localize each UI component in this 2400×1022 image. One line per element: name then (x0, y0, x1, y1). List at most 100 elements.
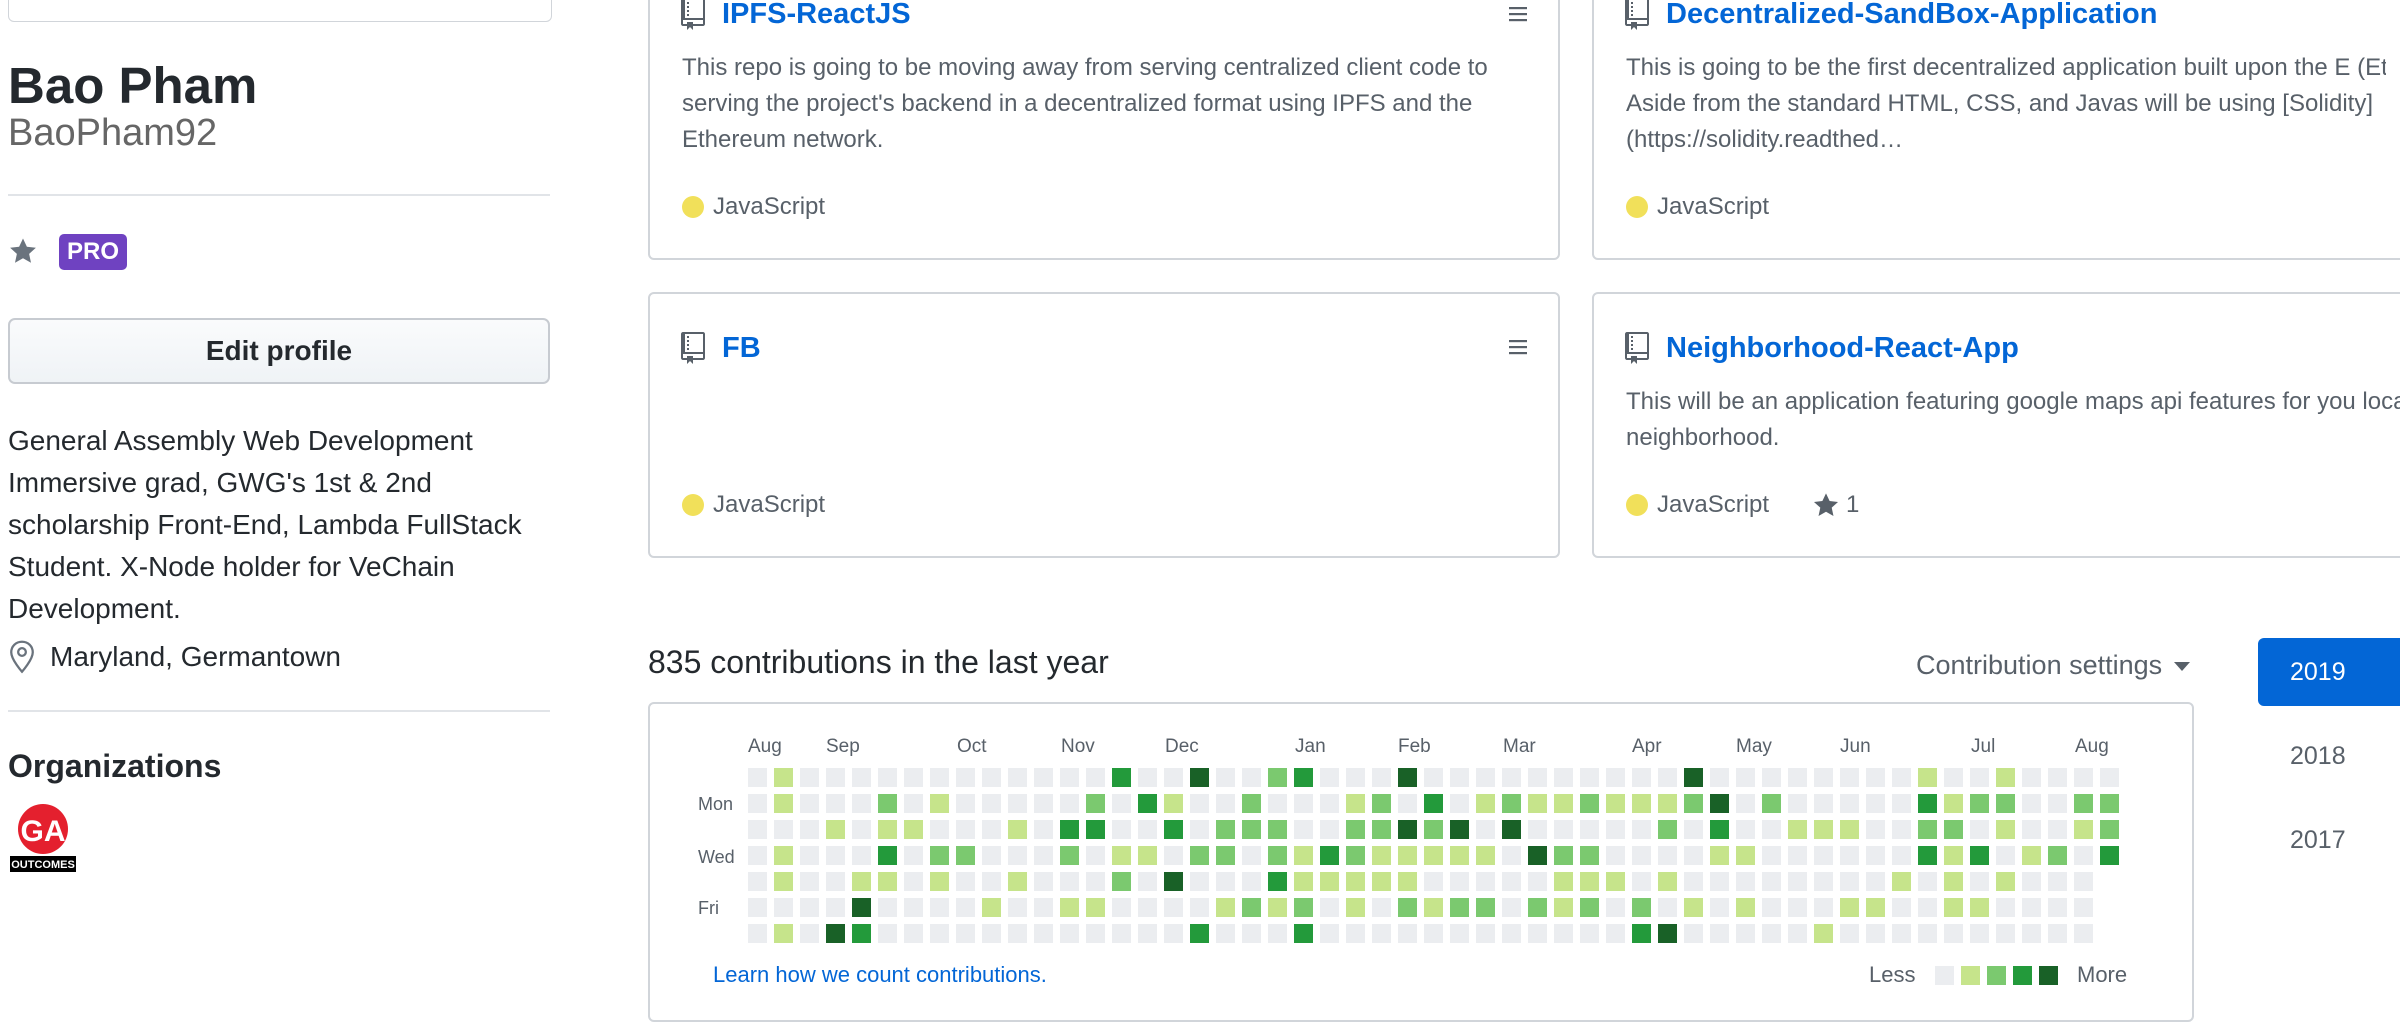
edit-profile-button[interactable]: Edit profile (8, 318, 550, 384)
contribution-day-cell[interactable] (2074, 846, 2093, 865)
contribution-day-cell[interactable] (1658, 924, 1677, 943)
contribution-day-cell[interactable] (1632, 820, 1651, 839)
contribution-day-cell[interactable] (956, 820, 975, 839)
contribution-day-cell[interactable] (1320, 924, 1339, 943)
contribution-day-cell[interactable] (1112, 898, 1131, 917)
contribution-day-cell[interactable] (2074, 872, 2093, 891)
contribution-day-cell[interactable] (1372, 794, 1391, 813)
contribution-day-cell[interactable] (826, 898, 845, 917)
contribution-day-cell[interactable] (1008, 794, 1027, 813)
repo-name-link[interactable]: Neighborhood-React-App (1666, 332, 2019, 365)
contribution-day-cell[interactable] (1060, 768, 1079, 787)
contribution-day-cell[interactable] (878, 846, 897, 865)
contribution-day-cell[interactable] (1398, 820, 1417, 839)
contribution-day-cell[interactable] (1450, 820, 1469, 839)
contribution-day-cell[interactable] (1112, 794, 1131, 813)
contribution-day-cell[interactable] (1684, 768, 1703, 787)
contribution-day-cell[interactable] (826, 820, 845, 839)
contribution-day-cell[interactable] (1398, 872, 1417, 891)
contribution-day-cell[interactable] (2074, 820, 2093, 839)
contribution-day-cell[interactable] (2048, 846, 2067, 865)
contribution-day-cell[interactable] (1060, 794, 1079, 813)
contribution-day-cell[interactable] (1762, 846, 1781, 865)
contribution-day-cell[interactable] (1008, 820, 1027, 839)
contribution-day-cell[interactable] (1814, 768, 1833, 787)
contribution-day-cell[interactable] (1268, 794, 1287, 813)
contribution-day-cell[interactable] (1866, 794, 1885, 813)
contribution-day-cell[interactable] (774, 924, 793, 943)
contribution-day-cell[interactable] (2074, 768, 2093, 787)
contribution-day-cell[interactable] (1502, 768, 1521, 787)
contribution-day-cell[interactable] (1840, 846, 1859, 865)
contribution-day-cell[interactable] (1970, 794, 1989, 813)
contribution-day-cell[interactable] (852, 898, 871, 917)
contribution-day-cell[interactable] (826, 794, 845, 813)
contribution-day-cell[interactable] (1918, 820, 1937, 839)
contribution-day-cell[interactable] (2022, 794, 2041, 813)
contribution-day-cell[interactable] (1112, 872, 1131, 891)
contribution-day-cell[interactable] (1788, 924, 1807, 943)
contribution-day-cell[interactable] (1476, 768, 1495, 787)
contribution-day-cell[interactable] (1346, 768, 1365, 787)
contribution-day-cell[interactable] (1164, 924, 1183, 943)
contribution-day-cell[interactable] (2022, 768, 2041, 787)
contribution-day-cell[interactable] (982, 820, 1001, 839)
contribution-day-cell[interactable] (826, 768, 845, 787)
contribution-day-cell[interactable] (1372, 924, 1391, 943)
contribution-day-cell[interactable] (1216, 820, 1235, 839)
contribution-day-cell[interactable] (1502, 846, 1521, 865)
year-link-2019[interactable]: 2019 (2258, 638, 2400, 706)
contribution-day-cell[interactable] (1190, 768, 1209, 787)
contribution-day-cell[interactable] (1788, 846, 1807, 865)
contribution-day-cell[interactable] (1814, 872, 1833, 891)
contribution-day-cell[interactable] (1242, 872, 1261, 891)
contribution-day-cell[interactable] (1242, 820, 1261, 839)
contribution-day-cell[interactable] (1710, 898, 1729, 917)
contribution-day-cell[interactable] (774, 794, 793, 813)
contribution-day-cell[interactable] (748, 872, 767, 891)
contribution-day-cell[interactable] (1060, 820, 1079, 839)
contribution-day-cell[interactable] (930, 768, 949, 787)
contribution-day-cell[interactable] (1580, 898, 1599, 917)
contribution-day-cell[interactable] (1528, 768, 1547, 787)
contribution-day-cell[interactable] (1606, 898, 1625, 917)
contribution-day-cell[interactable] (852, 872, 871, 891)
contribution-day-cell[interactable] (1008, 768, 1027, 787)
contribution-day-cell[interactable] (982, 924, 1001, 943)
contribution-day-cell[interactable] (1164, 898, 1183, 917)
contribution-day-cell[interactable] (1424, 872, 1443, 891)
contribution-day-cell[interactable] (800, 898, 819, 917)
contribution-day-cell[interactable] (1086, 846, 1105, 865)
contribution-day-cell[interactable] (1710, 820, 1729, 839)
contribution-day-cell[interactable] (1528, 872, 1547, 891)
contribution-day-cell[interactable] (1606, 794, 1625, 813)
contribution-day-cell[interactable] (956, 898, 975, 917)
contribution-day-cell[interactable] (1996, 872, 2015, 891)
contribution-day-cell[interactable] (1112, 820, 1131, 839)
contribution-day-cell[interactable] (774, 872, 793, 891)
contribution-day-cell[interactable] (1970, 898, 1989, 917)
contribution-day-cell[interactable] (1164, 846, 1183, 865)
repo-name-link[interactable]: Decentralized-SandBox-Application (1666, 0, 2157, 31)
contribution-day-cell[interactable] (1424, 924, 1443, 943)
contribution-day-cell[interactable] (1190, 872, 1209, 891)
contribution-day-cell[interactable] (1424, 820, 1443, 839)
contribution-day-cell[interactable] (1190, 846, 1209, 865)
contribution-day-cell[interactable] (800, 846, 819, 865)
contribution-day-cell[interactable] (1918, 898, 1937, 917)
contribution-day-cell[interactable] (1944, 872, 1963, 891)
contribution-day-cell[interactable] (1762, 794, 1781, 813)
contribution-day-cell[interactable] (1190, 924, 1209, 943)
contribution-day-cell[interactable] (1398, 768, 1417, 787)
contribution-day-cell[interactable] (2100, 768, 2119, 787)
contribution-day-cell[interactable] (1710, 794, 1729, 813)
contribution-day-cell[interactable] (1788, 872, 1807, 891)
contribution-day-cell[interactable] (1398, 794, 1417, 813)
contribution-day-cell[interactable] (1554, 794, 1573, 813)
star-icon[interactable] (8, 236, 38, 266)
contribution-day-cell[interactable] (2048, 898, 2067, 917)
contribution-day-cell[interactable] (1632, 794, 1651, 813)
contribution-day-cell[interactable] (2022, 820, 2041, 839)
contribution-day-cell[interactable] (956, 768, 975, 787)
search-field-edge[interactable] (8, 0, 552, 22)
